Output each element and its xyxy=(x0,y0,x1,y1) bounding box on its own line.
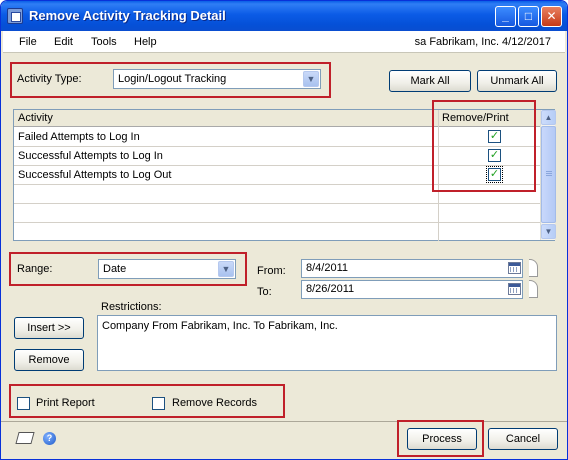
zoom-tab-icon[interactable] xyxy=(529,259,538,277)
close-button[interactable]: ✕ xyxy=(541,6,562,27)
remove-button[interactable]: Remove xyxy=(14,349,84,371)
user-company-date: sa Fabrikam, Inc. 4/12/2017 xyxy=(414,36,551,48)
mark-all-button[interactable]: Mark All xyxy=(389,70,471,92)
highlight-remove-print xyxy=(432,100,536,192)
highlight-process xyxy=(397,420,484,457)
restrictions-value: Company From Fabrikam, Inc. To Fabrikam,… xyxy=(102,320,338,332)
highlight-activity-type xyxy=(10,62,331,98)
menu-bar: File Edit Tools Help sa Fabrikam, Inc. 4… xyxy=(3,31,565,53)
activity-cell: Successful Attempts to Log Out xyxy=(18,169,172,181)
minimize-button[interactable]: _ xyxy=(495,6,516,27)
dialog-window: Remove Activity Tracking Detail _ □ ✕ Fi… xyxy=(0,0,568,460)
menu-file[interactable]: File xyxy=(19,36,37,48)
from-label: From: xyxy=(257,265,286,277)
grid-scrollbar[interactable]: ▲ ▼ xyxy=(540,110,556,240)
highlight-options xyxy=(9,384,285,418)
title-bar[interactable]: Remove Activity Tracking Detail _ □ ✕ xyxy=(1,1,567,31)
note-icon[interactable] xyxy=(15,432,35,444)
highlight-range xyxy=(9,252,247,286)
scrollbar-thumb[interactable] xyxy=(541,126,556,223)
restrictions-list[interactable]: Company From Fabrikam, Inc. To Fabrikam,… xyxy=(97,315,557,371)
to-date-value: 8/26/2011 xyxy=(306,283,355,295)
maximize-button[interactable]: □ xyxy=(518,6,539,27)
from-date-field[interactable]: 8/4/2011 xyxy=(301,259,523,278)
cancel-button[interactable]: Cancel xyxy=(488,428,558,450)
to-label: To: xyxy=(257,286,272,298)
unmark-all-button[interactable]: Unmark All xyxy=(477,70,557,92)
restrictions-label: Restrictions: xyxy=(101,301,162,313)
thumb-grip xyxy=(546,171,552,172)
menu-tools[interactable]: Tools xyxy=(91,36,117,48)
zoom-tab-icon[interactable] xyxy=(529,280,538,298)
thumb-grip xyxy=(546,173,552,174)
window-title: Remove Activity Tracking Detail xyxy=(29,8,226,23)
calendar-icon[interactable] xyxy=(508,283,521,295)
scroll-up-icon[interactable]: ▲ xyxy=(541,110,556,125)
to-date-field[interactable]: 8/26/2011 xyxy=(301,280,523,299)
menu-help[interactable]: Help xyxy=(134,36,157,48)
column-activity[interactable]: Activity xyxy=(18,112,53,124)
help-icon[interactable]: ? xyxy=(43,432,56,445)
activity-cell: Failed Attempts to Log In xyxy=(18,131,140,143)
insert-button[interactable]: Insert >> xyxy=(14,317,84,339)
table-row[interactable] xyxy=(14,223,540,242)
from-date-value: 8/4/2011 xyxy=(306,262,349,274)
scroll-down-icon[interactable]: ▼ xyxy=(541,224,556,239)
menu-edit[interactable]: Edit xyxy=(54,36,73,48)
activity-cell: Successful Attempts to Log In xyxy=(18,150,163,162)
thumb-grip xyxy=(546,175,552,176)
window-app-icon xyxy=(7,8,23,24)
calendar-icon[interactable] xyxy=(508,262,521,274)
table-row[interactable] xyxy=(14,204,540,223)
